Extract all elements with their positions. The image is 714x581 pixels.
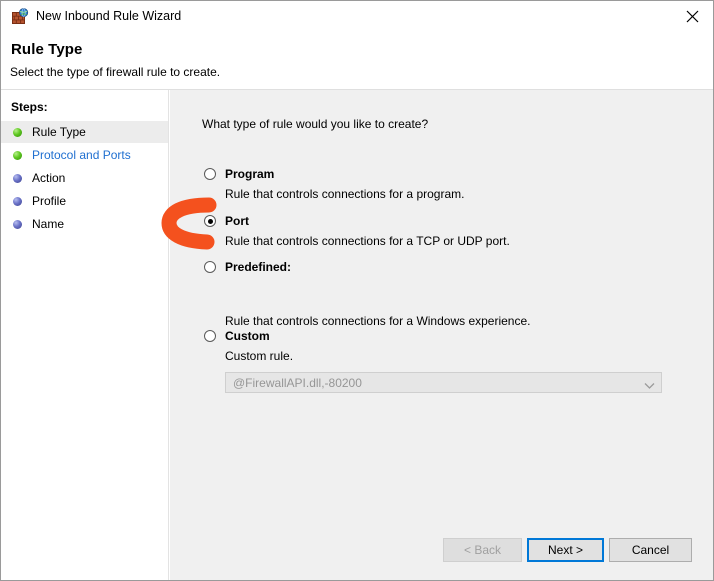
sidebar-item-name[interactable]: Name [1, 213, 168, 235]
main-question: What type of rule would you like to crea… [202, 117, 429, 131]
predefined-combobox-value: @FirewallAPI.dll,-80200 [233, 376, 362, 390]
sidebar-item-label: Action [32, 171, 66, 185]
program-radio[interactable] [204, 168, 216, 180]
wizard-window: New Inbound Rule Wizard Rule Type Select… [0, 0, 714, 581]
next-button[interactable]: Next > [527, 538, 604, 562]
sidebar-item-label: Name [32, 217, 65, 231]
firewall-globe-icon [12, 8, 29, 25]
sidebar-item-label: Profile [32, 194, 67, 208]
option-title: Custom [225, 329, 270, 343]
title-bar: New Inbound Rule Wizard [1, 1, 713, 31]
step-bullet-icon [13, 128, 22, 137]
option-title: Port [225, 214, 249, 228]
window-title: New Inbound Rule Wizard [36, 9, 182, 23]
cancel-button[interactable]: Cancel [609, 538, 692, 562]
sidebar-item-action[interactable]: Action [1, 167, 168, 189]
option-title: Program [225, 167, 275, 181]
predefined-radio[interactable] [204, 261, 216, 273]
page-title: Rule Type [11, 41, 83, 58]
sidebar-item-rule-type[interactable]: Rule Type [1, 121, 168, 143]
option-title: Predefined: [225, 260, 292, 274]
back-button[interactable]: < Back [443, 538, 522, 562]
main-content-panel: What type of rule would you like to crea… [170, 90, 713, 580]
page-subtitle: Select the type of firewall rule to crea… [10, 65, 221, 79]
chevron-down-icon [644, 379, 655, 393]
page-header: Rule Type Select the type of firewall ru… [1, 31, 713, 89]
steps-heading: Steps: [11, 100, 48, 114]
sidebar-item-protocol-and-ports[interactable]: Protocol and Ports [1, 144, 168, 166]
option-description: Custom rule. [225, 349, 294, 363]
steps-sidebar: Steps: Rule Type Protocol and Ports Acti… [1, 90, 169, 580]
step-bullet-icon [13, 151, 22, 160]
port-radio[interactable] [204, 215, 216, 227]
sidebar-item-profile[interactable]: Profile [1, 190, 168, 212]
step-bullet-icon [13, 220, 22, 229]
radio-dot-icon [207, 218, 213, 224]
step-bullet-icon [13, 197, 22, 206]
sidebar-item-label[interactable]: Protocol and Ports [32, 147, 131, 163]
close-icon[interactable] [670, 1, 713, 30]
custom-radio[interactable] [204, 330, 216, 342]
option-description: Rule that controls connections for a TCP… [225, 234, 510, 248]
step-bullet-icon [13, 174, 22, 183]
sidebar-item-label: Rule Type [32, 125, 86, 139]
option-description: Rule that controls connections for a pro… [225, 187, 465, 201]
option-description: Rule that controls connections for a Win… [225, 314, 531, 328]
predefined-combobox[interactable]: @FirewallAPI.dll,-80200 [225, 372, 662, 393]
